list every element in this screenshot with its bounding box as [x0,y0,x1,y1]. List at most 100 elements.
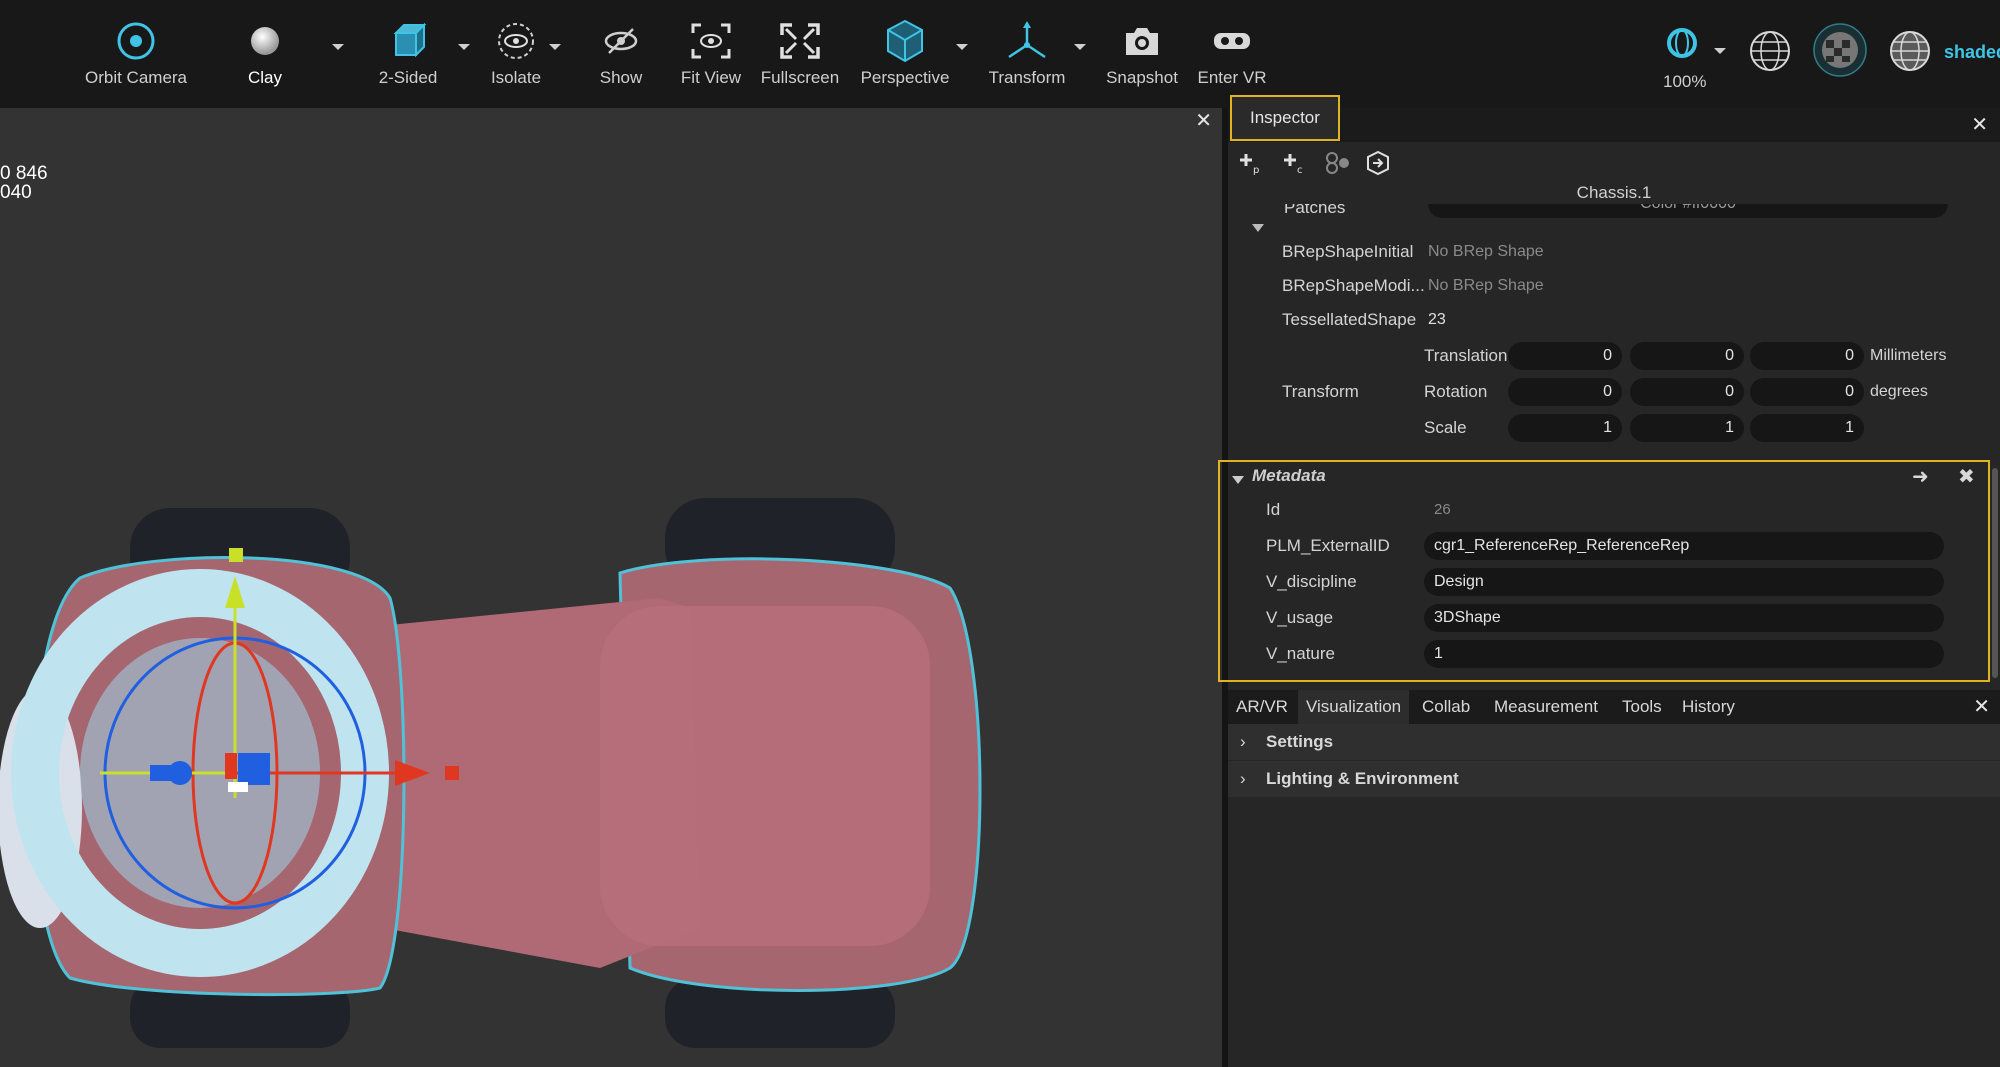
tab-tools[interactable]: Tools [1614,690,1670,724]
tessellated-row: TessellatedShape 23 [1228,302,2000,338]
metadata-id-value: 26 [1434,501,1451,518]
tab-visualization[interactable]: Visualization [1298,690,1410,724]
translation-y-input[interactable]: 0 [1630,342,1744,370]
tab-collab[interactable]: Collab [1414,690,1478,724]
isolate-eye-icon [496,18,536,64]
isolate-label: Isolate [490,68,542,87]
enter-vr-button[interactable]: Enter VR [1197,18,1267,98]
metadata-usage-row: V_usage 3DShape [1220,600,1992,636]
rotation-x-input[interactable]: 0 [1508,378,1622,406]
metadata-export-arrow-icon[interactable]: ➜ [1912,464,1929,489]
fit-view-button[interactable]: Fit View [680,18,742,98]
metadata-id-row: Id 26 [1220,492,1992,528]
metadata-discipline-input[interactable]: Design [1424,568,1944,596]
top-toolbar: Orbit Camera Clay 2-Sided Isolate Show F… [0,0,2000,108]
inspector-close-icon[interactable]: ✕ [1971,112,1988,137]
vr-headset-icon [1211,18,1253,64]
isolate-dropdown-caret[interactable] [549,44,561,50]
tab-inspector[interactable]: Inspector [1230,95,1340,141]
eye-slash-icon [601,18,641,64]
clay-sphere-icon [248,18,282,64]
transform-button[interactable]: Transform [988,18,1066,98]
tessellated-key: TessellatedShape [1282,310,1417,329]
zoom-dropdown-caret[interactable] [1714,48,1726,54]
fullscreen-button[interactable]: Fullscreen [760,18,840,98]
two-sided-label: 2-Sided [378,68,438,87]
metadata-title: Metadata [1252,466,1326,485]
tab-ar-vr[interactable]: AR/VR [1228,690,1296,724]
fit-view-label: Fit View [680,68,742,87]
tessellated-value: 23 [1428,311,1446,328]
collapse-caret-icon[interactable] [1252,224,1264,232]
transform-dropdown-caret[interactable] [1074,44,1086,50]
perspective-dropdown-caret[interactable] [956,44,968,50]
fullscreen-label: Fullscreen [760,68,840,87]
perspective-label: Perspective [860,68,950,87]
metadata-plm-row: PLM_ExternalID cgr1_ReferenceRep_Referen… [1220,528,1992,564]
export-node-icon[interactable] [1364,150,1392,176]
snapshot-label: Snapshot [1106,68,1178,87]
settings-section[interactable]: › Settings [1228,724,2000,761]
perspective-button[interactable]: Perspective [860,18,950,98]
rotation-z-input[interactable]: 0 [1750,378,1864,406]
patches-value[interactable]: Color #ff0000 [1428,204,1948,218]
inspector-panel: Inspector ✕ p c Chassis.1 Patches Color … [1218,95,2000,690]
metadata-usage-key: V_usage [1266,608,1334,627]
3d-model-scene[interactable] [0,108,1222,1067]
two-sided-button[interactable]: 2-Sided [374,18,442,98]
render-mode-label[interactable]: shaded [1944,42,2000,63]
metadata-nature-key: V_nature [1266,644,1335,663]
metadata-plm-input[interactable]: cgr1_ReferenceRep_ReferenceRep [1424,532,1944,560]
metadata-collapse-caret-icon[interactable] [1232,476,1244,484]
wireframe-globe-button[interactable] [1748,28,1792,108]
inspector-tabbar: Inspector ✕ [1228,95,2000,142]
checker-sphere-icon [1812,22,1868,78]
transform-axes-icon [1005,18,1049,64]
orbit-camera-label: Orbit Camera [84,68,188,87]
camera-icon [1122,18,1162,64]
patches-row: Patches Color #ff0000 [1228,204,2000,226]
3d-viewport[interactable]: ✕ 0 846 040 [0,108,1222,1067]
brep-modified-row: BRepShapeModi... No BRep Shape [1228,268,2000,304]
checker-sphere-button[interactable] [1812,22,1868,102]
bottom-panel-close-icon[interactable]: ✕ [1973,694,1990,719]
metadata-nature-input[interactable]: 1 [1424,640,1944,668]
group-nodes-icon[interactable] [1324,150,1352,176]
patches-key: Patches [1284,204,1346,217]
inspector-scrollbar[interactable] [1992,468,1998,678]
metadata-remove-icon[interactable]: ✖ [1958,464,1975,489]
enter-vr-label: Enter VR [1197,68,1267,87]
two-sided-dropdown-caret[interactable] [458,44,470,50]
add-component-icon[interactable]: c [1280,150,1308,176]
isolate-button[interactable]: Isolate [488,18,544,98]
fit-view-icon [689,18,733,64]
zoom-sphere-icon [1664,20,1700,66]
show-button[interactable]: Show [596,18,646,98]
metadata-discipline-key: V_discipline [1266,572,1357,591]
orbit-camera-button[interactable]: Orbit Camera [84,18,188,98]
rotation-y-input[interactable]: 0 [1630,378,1744,406]
scale-z-input[interactable]: 1 [1750,414,1864,442]
scale-label: Scale [1424,418,1467,437]
clay-button[interactable]: Clay [240,18,290,98]
orbit-camera-icon [114,18,158,64]
zoom-level: 100% [1663,72,1707,91]
tab-history[interactable]: History [1674,690,1743,724]
lighting-section[interactable]: › Lighting & Environment [1228,761,2000,798]
tab-measurement[interactable]: Measurement [1486,690,1606,724]
scale-x-input[interactable]: 1 [1508,414,1622,442]
clay-label: Clay [247,68,282,87]
scale-y-input[interactable]: 1 [1630,414,1744,442]
brep-modified-value: No BRep Shape [1428,277,1544,294]
snapshot-button[interactable]: Snapshot [1106,18,1178,98]
solid-globe-button[interactable] [1888,28,1932,108]
add-patch-icon[interactable]: p [1236,150,1264,176]
metadata-plm-key: PLM_ExternalID [1266,536,1390,555]
clay-dropdown-caret[interactable] [332,44,344,50]
translation-z-input[interactable]: 0 [1750,342,1864,370]
translation-x-input[interactable]: 0 [1508,342,1622,370]
svg-text:p: p [1253,165,1259,175]
metadata-usage-input[interactable]: 3DShape [1424,604,1944,632]
settings-title: Settings [1266,732,1334,751]
translation-unit: Millimeters [1870,347,1947,364]
